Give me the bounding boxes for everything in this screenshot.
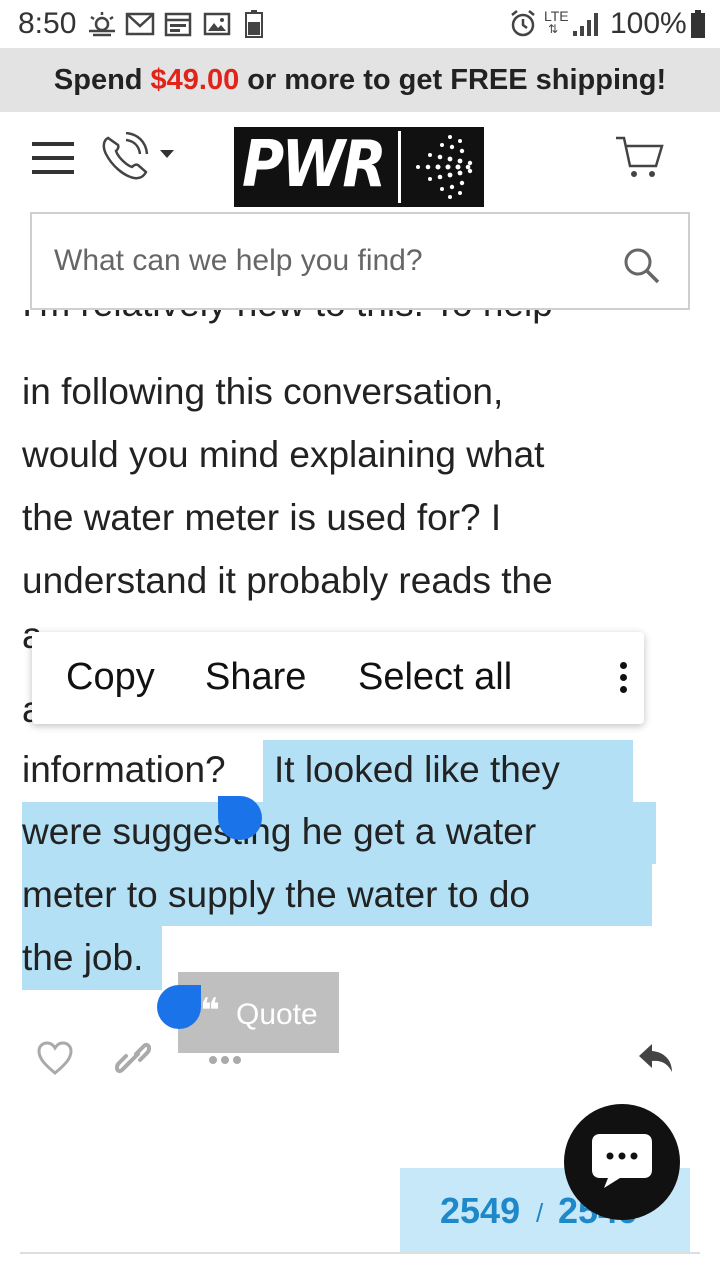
quote-label: Quote xyxy=(236,998,318,1031)
selection-start-handle[interactable] xyxy=(218,796,262,840)
menu-icon[interactable] xyxy=(30,138,76,178)
progress-current: 2549 xyxy=(440,1190,521,1231)
select-all-menu-item[interactable]: Select all xyxy=(358,656,512,699)
more-options-icon[interactable] xyxy=(620,662,628,698)
copy-menu-item[interactable]: Copy xyxy=(66,656,155,699)
promo-amount: $49.00 xyxy=(150,63,240,96)
text-selection-menu: Copy Share Select all xyxy=(32,632,644,724)
post-line: the water meter is used for? I xyxy=(22,497,502,538)
selected-text: It looked like they xyxy=(274,749,560,790)
post-line: information? xyxy=(22,749,226,790)
gallery-icon xyxy=(202,10,232,38)
post-line: would you mind explaining what xyxy=(22,434,545,475)
promo-prefix: Spend xyxy=(53,63,143,96)
battery-full-icon xyxy=(244,10,264,38)
logo-text: PWR xyxy=(242,128,387,202)
selected-text: were suggesting he get a water xyxy=(22,811,537,852)
phone-dropdown-button[interactable] xyxy=(98,131,182,182)
selected-text: the job. xyxy=(22,937,144,978)
status-bar: 8:50 LTE ⇅ 100% xyxy=(0,0,720,48)
logo-divider xyxy=(398,131,401,203)
battery-icon xyxy=(688,10,708,38)
share-menu-item[interactable]: Share xyxy=(205,656,306,699)
chat-launcher-button[interactable] xyxy=(564,1104,680,1220)
calendar-icon xyxy=(163,10,193,38)
more-dots-icon[interactable] xyxy=(208,1052,242,1064)
search-placeholder: What can we help you find? xyxy=(54,244,423,277)
selected-text: meter to supply the water to do xyxy=(22,874,530,915)
battery-percent: 100% xyxy=(610,7,687,40)
like-heart-icon[interactable] xyxy=(36,1040,74,1076)
reply-icon[interactable] xyxy=(636,1040,676,1076)
chat-bubble-icon xyxy=(590,1132,654,1190)
post-line-clipped: I'm relatively new to this. To help xyxy=(22,310,553,346)
progress-separator: / xyxy=(536,1198,544,1228)
logo-dots-icon xyxy=(406,131,480,203)
cart-icon[interactable] xyxy=(614,134,666,180)
alarm-icon xyxy=(508,10,538,38)
free-shipping-banner: Spend $49.00 or more to get FREE shippin… xyxy=(0,48,720,112)
divider xyxy=(20,1252,700,1254)
gmail-icon xyxy=(124,10,156,38)
quote-mark-icon: ❝ xyxy=(200,992,220,1030)
data-arrows-icon: ⇅ xyxy=(548,22,559,36)
selection-end-handle[interactable] xyxy=(157,985,201,1029)
post-line: in following this conversation, xyxy=(22,371,504,412)
search-icon[interactable] xyxy=(622,246,662,286)
quote-button[interactable]: ❝ Quote xyxy=(178,972,339,1053)
search-input[interactable]: What can we help you find? xyxy=(30,212,690,310)
clock: 8:50 xyxy=(18,7,77,40)
link-icon[interactable] xyxy=(114,1040,152,1076)
signal-icon xyxy=(570,10,602,38)
promo-suffix: or more to get FREE shipping! xyxy=(247,63,667,96)
weather-icon xyxy=(86,10,118,38)
post-line: understand it probably reads the xyxy=(22,560,553,601)
